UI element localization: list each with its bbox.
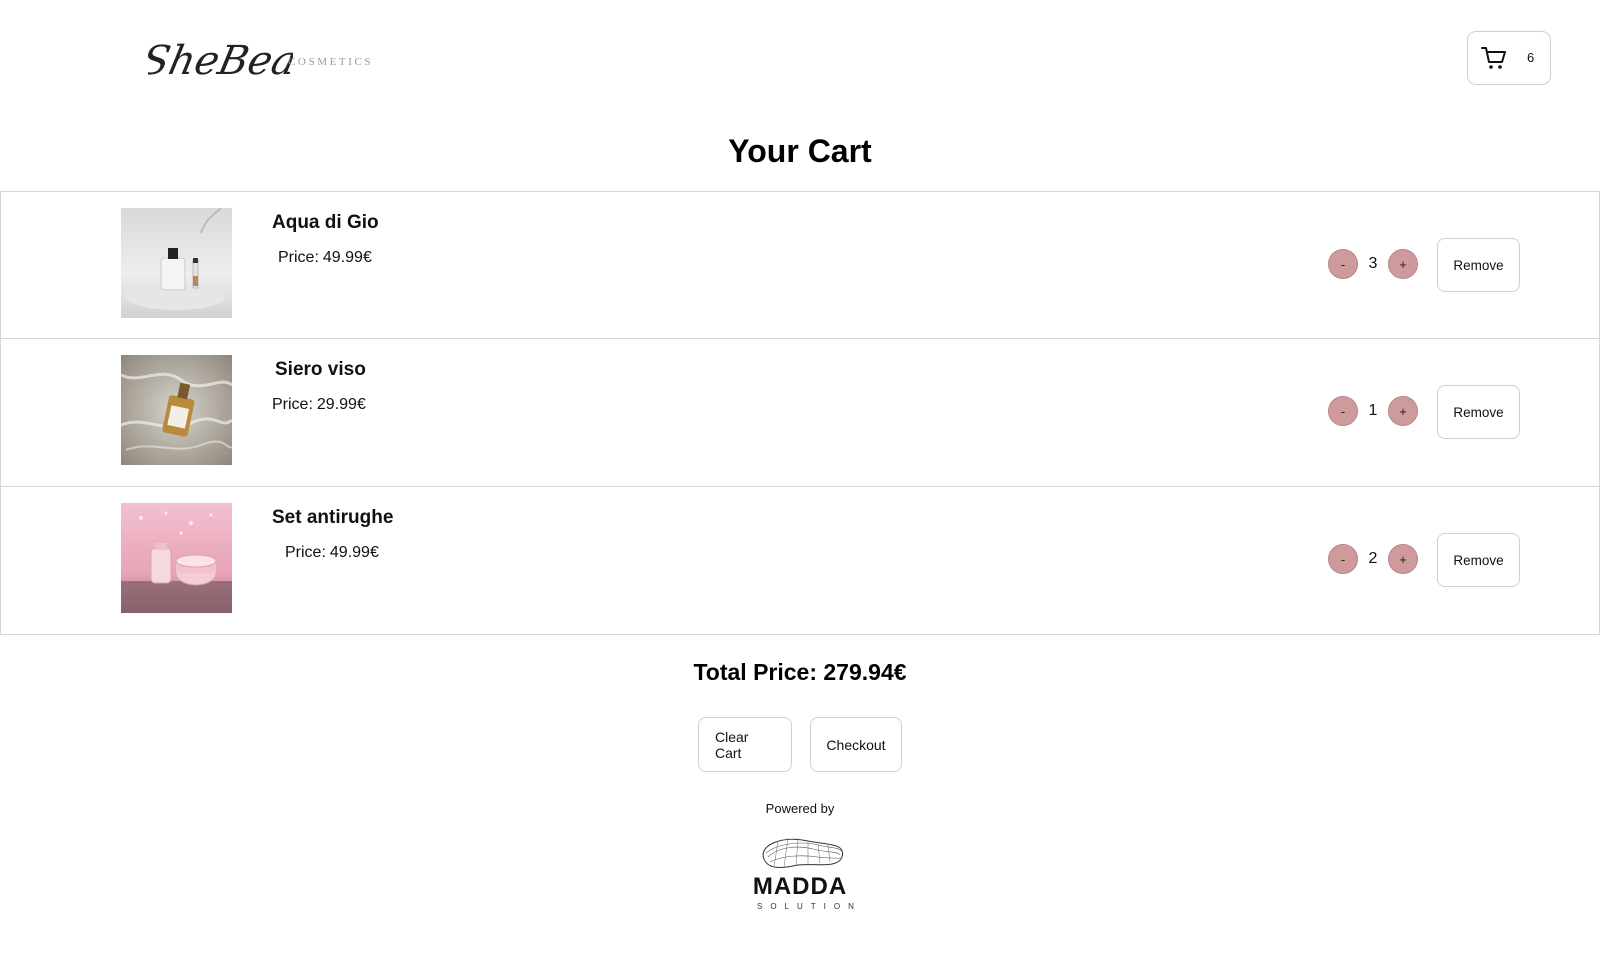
decrement-button[interactable]: - [1328,249,1358,279]
price-value: 49.99€ [329,544,379,561]
decrement-button[interactable]: - [1328,544,1358,574]
item-price: Price: 49.99€ [278,249,372,267]
cart-item-row: Set antirughe Price: 49.99€ - 2 + Remove [0,487,1600,635]
quantity-stepper: - 3 + [1328,249,1418,279]
price-label: Price: [278,249,319,266]
cart-item-row: Aqua di Gio Price: 49.99€ - 3 + Remove [0,191,1600,339]
powered-by-label: Powered by [765,801,835,816]
cart-button[interactable]: 6 [1467,31,1551,85]
increment-button[interactable]: + [1388,544,1418,574]
decrement-button[interactable]: - [1328,396,1358,426]
product-image-aqua-di-gio [121,208,232,318]
price-value: 29.99€ [316,396,366,413]
price-label: Price: [272,396,313,413]
shopping-cart-icon [1481,47,1506,69]
increment-button[interactable]: + [1388,249,1418,279]
madda-subtitle: SOLUTION [757,902,862,911]
cart-count-badge: 6 [1527,50,1535,65]
product-image-set-antirughe [121,503,232,613]
quantity-value: 3 [1368,255,1378,272]
item-price: Price: 49.99€ [285,544,379,562]
quantity-stepper: - 1 + [1328,396,1418,426]
item-name: Set antirughe [272,507,394,528]
checkout-button[interactable]: Checkout [810,717,902,772]
quantity-stepper: - 2 + [1328,544,1418,574]
increment-button[interactable]: + [1388,396,1418,426]
cart-list: Aqua di Gio Price: 49.99€ - 3 + Remove S… [0,191,1600,635]
product-image-siero-viso [121,355,232,465]
brand-logo[interactable]: SheBeauty COSMETICS [148,24,378,94]
item-name: Siero viso [275,359,366,380]
clear-cart-button[interactable]: Clear Cart [698,717,792,772]
madda-wordmark: MADDA [752,873,848,900]
shebeauty-script-logo: SheBeauty [148,36,293,83]
cart-actions: Clear Cart Checkout [0,717,1600,772]
logo-subtitle: COSMETICS [288,56,374,68]
total-price: Total Price: 279.94€ [693,659,907,685]
svg-text:SheBeauty: SheBeauty [148,36,293,83]
quantity-value: 1 [1368,402,1378,419]
item-price: Price: 29.99€ [272,396,366,414]
page-title: Your Cart [728,133,872,169]
madda-logo[interactable]: MADDA SOLUTION [750,835,862,915]
remove-button[interactable]: Remove [1437,533,1520,587]
quantity-value: 2 [1368,550,1378,567]
price-label: Price: [285,544,326,561]
item-name: Aqua di Gio [272,212,379,233]
price-value: 49.99€ [322,249,372,266]
madda-mesh-icon [762,837,844,868]
remove-button[interactable]: Remove [1437,238,1520,292]
cart-item-row: Siero viso Price: 29.99€ - 1 + Remove [0,339,1600,487]
remove-button[interactable]: Remove [1437,385,1520,439]
